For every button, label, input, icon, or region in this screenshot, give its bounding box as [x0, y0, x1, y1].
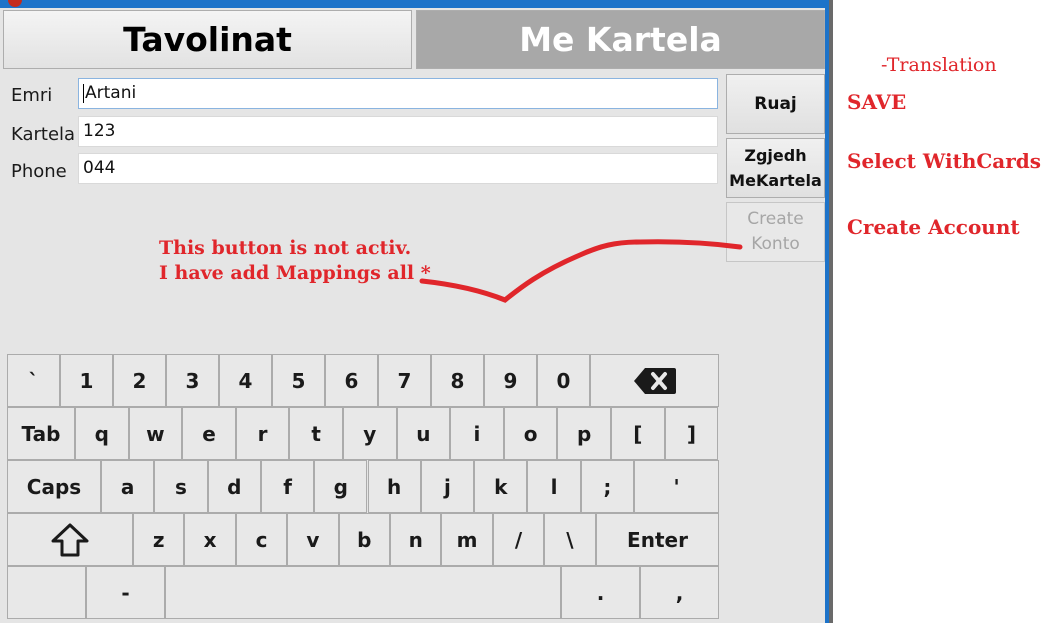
- key-1[interactable]: 1: [60, 354, 113, 407]
- key-e[interactable]: e: [182, 407, 236, 460]
- key-enter[interactable]: Enter: [596, 513, 719, 566]
- key-b[interactable]: b: [338, 513, 390, 566]
- key-l[interactable]: l: [527, 460, 581, 513]
- key-quote[interactable]: ': [634, 460, 719, 513]
- key-slash[interactable]: /: [492, 513, 545, 566]
- key-tab[interactable]: Tab: [7, 407, 75, 460]
- key-v[interactable]: v: [287, 513, 339, 566]
- key-3[interactable]: 3: [166, 354, 219, 407]
- key-t[interactable]: t: [289, 407, 343, 460]
- key-period[interactable]: .: [561, 566, 640, 619]
- key-k[interactable]: k: [474, 460, 528, 513]
- key-g[interactable]: g: [314, 460, 368, 513]
- key-i[interactable]: i: [450, 407, 504, 460]
- key-c[interactable]: c: [235, 513, 288, 566]
- key-x[interactable]: x: [184, 513, 236, 566]
- key-u[interactable]: u: [396, 407, 451, 460]
- key-backslash[interactable]: \: [544, 513, 596, 566]
- key-;[interactable]: ;: [580, 460, 634, 513]
- key-9[interactable]: 9: [484, 354, 537, 407]
- scrollbar[interactable]: [829, 0, 833, 623]
- key-4[interactable]: 4: [219, 354, 272, 407]
- key-blank-left[interactable]: [7, 566, 86, 619]
- app-window: Tavolinat Me Kartela Emri Artani Kartela…: [0, 0, 829, 623]
- key-a[interactable]: a: [101, 460, 155, 513]
- key-5[interactable]: 5: [272, 354, 325, 407]
- key-shift[interactable]: [7, 513, 133, 566]
- key-space[interactable]: [165, 566, 561, 619]
- key-[[interactable]: [: [611, 407, 665, 460]
- key-z[interactable]: z: [133, 513, 185, 566]
- key-backspace[interactable]: [590, 354, 719, 407]
- key-2[interactable]: 2: [113, 354, 166, 407]
- key-7[interactable]: 7: [378, 354, 431, 407]
- key-][interactable]: ]: [664, 407, 719, 460]
- translation-create: Create Account: [847, 215, 1020, 239]
- key-o[interactable]: o: [503, 407, 558, 460]
- key-r[interactable]: r: [235, 407, 290, 460]
- key-backtick[interactable]: `: [7, 354, 60, 407]
- key-j[interactable]: j: [420, 460, 475, 513]
- key-q[interactable]: q: [75, 407, 129, 460]
- backspace-icon: [633, 367, 676, 394]
- key-6[interactable]: 6: [325, 354, 378, 407]
- shift-icon: [51, 523, 89, 556]
- key-dash[interactable]: -: [86, 566, 165, 619]
- key-s[interactable]: s: [154, 460, 208, 513]
- key-caps[interactable]: Caps: [7, 460, 101, 513]
- key-m[interactable]: m: [441, 513, 493, 566]
- key-comma[interactable]: ,: [640, 566, 719, 619]
- key-w[interactable]: w: [128, 407, 183, 460]
- translation-save: SAVE: [847, 90, 907, 114]
- key-f[interactable]: f: [260, 460, 315, 513]
- key-y[interactable]: y: [343, 407, 397, 460]
- translation-select: Select WithCards: [847, 149, 1042, 173]
- key-8[interactable]: 8: [431, 354, 484, 407]
- key-h[interactable]: h: [367, 460, 421, 513]
- key-n[interactable]: n: [390, 513, 442, 566]
- translation-title: -Translation: [881, 54, 997, 76]
- key-d[interactable]: d: [207, 460, 261, 513]
- key-0[interactable]: 0: [537, 354, 590, 407]
- key-p[interactable]: p: [557, 407, 611, 460]
